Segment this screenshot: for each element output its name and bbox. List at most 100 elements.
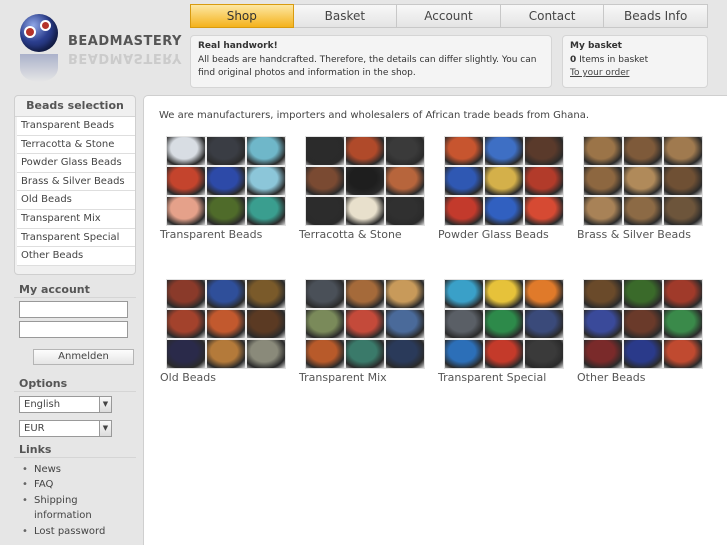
- bead-photo: [485, 137, 523, 165]
- category-transparent-beads[interactable]: Transparent Beads: [160, 136, 286, 241]
- bead-photo: [485, 280, 523, 308]
- category-thumbnail[interactable]: [166, 136, 286, 226]
- category-label[interactable]: Old Beads: [160, 371, 286, 384]
- basket-title: My basket: [570, 41, 622, 51]
- bead-photo: [624, 340, 662, 368]
- bead-photo: [386, 340, 424, 368]
- sidebar-item-transparent-beads[interactable]: Transparent Beads: [17, 117, 135, 136]
- category-thumbnail[interactable]: [444, 279, 564, 369]
- link-shipping-information[interactable]: Shipping information: [20, 493, 136, 524]
- bead-photo: [167, 310, 205, 338]
- sidebar-item-terracotta-stone[interactable]: Terracotta & Stone: [17, 135, 135, 155]
- logo[interactable]: BEADMASTERY BEADMASTERY: [18, 12, 183, 88]
- login-button[interactable]: Anmelden: [33, 348, 134, 365]
- tab-contact[interactable]: Contact: [500, 4, 605, 28]
- bead-photo: [247, 310, 285, 338]
- category-thumbnail[interactable]: [444, 136, 564, 226]
- bead-photo: [386, 197, 424, 225]
- category-thumbnail[interactable]: [583, 279, 703, 369]
- bead-photo: [485, 167, 523, 195]
- category-label[interactable]: Transparent Special: [438, 371, 564, 384]
- sidebar-item-powder-glass-beads[interactable]: Powder Glass Beads: [17, 154, 135, 173]
- password-input[interactable]: [19, 320, 128, 338]
- category-label[interactable]: Brass & Silver Beads: [577, 228, 703, 241]
- bead-photo: [386, 167, 424, 195]
- bead-photo: [584, 167, 622, 195]
- bead-photo: [624, 280, 662, 308]
- bead-photo: [525, 340, 563, 368]
- bead-photo: [306, 340, 344, 368]
- my-account-title: My account: [14, 283, 136, 298]
- bead-photo: [167, 167, 205, 195]
- category-label[interactable]: Transparent Beads: [160, 228, 286, 241]
- basket-count: 0: [570, 55, 577, 65]
- bead-photo: [346, 197, 384, 225]
- category-thumbnail[interactable]: [305, 279, 425, 369]
- bead-photo: [386, 310, 424, 338]
- category-thumbnail[interactable]: [583, 136, 703, 226]
- link-lost-password[interactable]: Lost password: [20, 524, 136, 540]
- bead-photo: [525, 167, 563, 195]
- link-news[interactable]: News: [20, 462, 136, 478]
- sidebar-item-other-beads[interactable]: Other Beads: [17, 247, 135, 266]
- bead-photo: [306, 280, 344, 308]
- tab-account[interactable]: Account: [397, 4, 501, 28]
- sidebar-item-transparent-special[interactable]: Transparent Special: [17, 228, 135, 248]
- bead-photo: [584, 137, 622, 165]
- bead-photo: [584, 197, 622, 225]
- tab-beads-info[interactable]: Beads Info: [604, 4, 708, 28]
- bead-photo: [445, 310, 483, 338]
- sidebar: Beads selection Transparent Beads Terrac…: [14, 95, 136, 539]
- username-input[interactable]: [19, 300, 128, 318]
- bead-photo: [207, 310, 245, 338]
- bead-photo: [525, 197, 563, 225]
- bead-photo: [664, 340, 702, 368]
- currency-select[interactable]: EUR ▼: [19, 419, 112, 437]
- intro-text: We are manufacturers, importers and whol…: [159, 110, 590, 121]
- bead-photo: [664, 280, 702, 308]
- category-powder-glass-beads[interactable]: Powder Glass Beads: [438, 136, 564, 241]
- category-label[interactable]: Terracotta & Stone: [299, 228, 425, 241]
- bead-photo: [485, 197, 523, 225]
- link-faq[interactable]: FAQ: [20, 477, 136, 493]
- bead-photo: [525, 310, 563, 338]
- category-label[interactable]: Powder Glass Beads: [438, 228, 564, 241]
- bead-photo: [207, 340, 245, 368]
- category-transparent-special[interactable]: Transparent Special: [438, 279, 564, 384]
- bead-photo: [247, 137, 285, 165]
- tab-shop[interactable]: Shop: [190, 4, 294, 28]
- to-your-order-link[interactable]: To your order: [570, 68, 629, 78]
- category-thumbnail[interactable]: [305, 136, 425, 226]
- bead-photo: [525, 280, 563, 308]
- category-transparent-mix[interactable]: Transparent Mix: [299, 279, 425, 384]
- sidebar-item-transparent-mix[interactable]: Transparent Mix: [17, 209, 135, 229]
- basket-summary: My basket 0 Items in basket To your orde…: [562, 35, 708, 88]
- sidebar-item-old-beads[interactable]: Old Beads: [17, 191, 135, 210]
- bead-photo: [207, 197, 245, 225]
- sidebar-item-brass-silver-beads[interactable]: Brass & Silver Beads: [17, 172, 135, 192]
- bead-photo: [306, 310, 344, 338]
- language-select[interactable]: English ▼: [19, 395, 112, 413]
- bead-photo: [247, 167, 285, 195]
- bead-photo: [445, 340, 483, 368]
- bead-photo: [346, 167, 384, 195]
- category-old-beads[interactable]: Old Beads: [160, 279, 286, 384]
- category-label[interactable]: Other Beads: [577, 371, 703, 384]
- chevron-down-icon: ▼: [99, 419, 112, 437]
- bead-photo: [386, 137, 424, 165]
- bead-photo: [664, 167, 702, 195]
- category-label[interactable]: Transparent Mix: [299, 371, 425, 384]
- bead-photo: [445, 280, 483, 308]
- currency-value: EUR: [24, 422, 45, 434]
- category-brass-silver-beads[interactable]: Brass & Silver Beads: [577, 136, 703, 241]
- category-other-beads[interactable]: Other Beads: [577, 279, 703, 384]
- bead-photo: [485, 340, 523, 368]
- handwork-text: All beads are handcrafted. Therefore, th…: [198, 55, 537, 78]
- main-nav: Shop Basket Account Contact Beads Info: [190, 4, 708, 28]
- category-thumbnail[interactable]: [166, 279, 286, 369]
- category-terracotta-stone[interactable]: Terracotta & Stone: [299, 136, 425, 241]
- handwork-notice: Real handwork! All beads are handcrafted…: [190, 35, 552, 88]
- bead-photo: [346, 340, 384, 368]
- basket-count-text: Items in basket: [579, 55, 649, 65]
- tab-basket[interactable]: Basket: [293, 4, 398, 28]
